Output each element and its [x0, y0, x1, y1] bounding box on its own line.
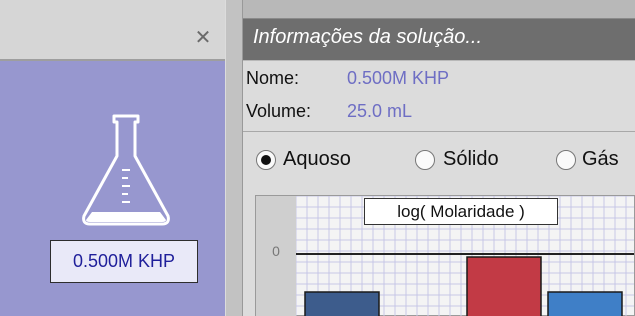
volume-value: 25.0 mL [347, 101, 413, 121]
radio-gas[interactable] [556, 150, 576, 170]
panel-splitter[interactable] [225, 0, 243, 316]
erlenmeyer-flask-icon [82, 114, 170, 226]
radio-solido[interactable] [415, 150, 435, 170]
chart-bar-1 [466, 256, 542, 316]
radio-aquoso[interactable] [256, 150, 276, 170]
radio-aquoso-label[interactable]: Aquoso [283, 148, 351, 171]
chart-title: log( Molaridade ) [364, 198, 558, 225]
radio-solido-label[interactable]: Sólido [443, 148, 499, 171]
name-value: 0.500M KHP [347, 68, 450, 88]
y-tick-label-0: 0 [272, 243, 280, 259]
name-label: Nome: [246, 68, 300, 88]
volume-label: Volume: [246, 101, 312, 121]
radio-gas-label[interactable]: Gás [582, 148, 619, 171]
solution-label[interactable]: 0.500M KHP [50, 240, 198, 283]
chart-bar-0 [304, 291, 380, 316]
close-icon[interactable]: ✕ [192, 26, 214, 48]
section-divider [243, 131, 635, 132]
chart-bar-2 [547, 291, 623, 316]
solution-info-title: Informações da solução... [253, 26, 483, 48]
